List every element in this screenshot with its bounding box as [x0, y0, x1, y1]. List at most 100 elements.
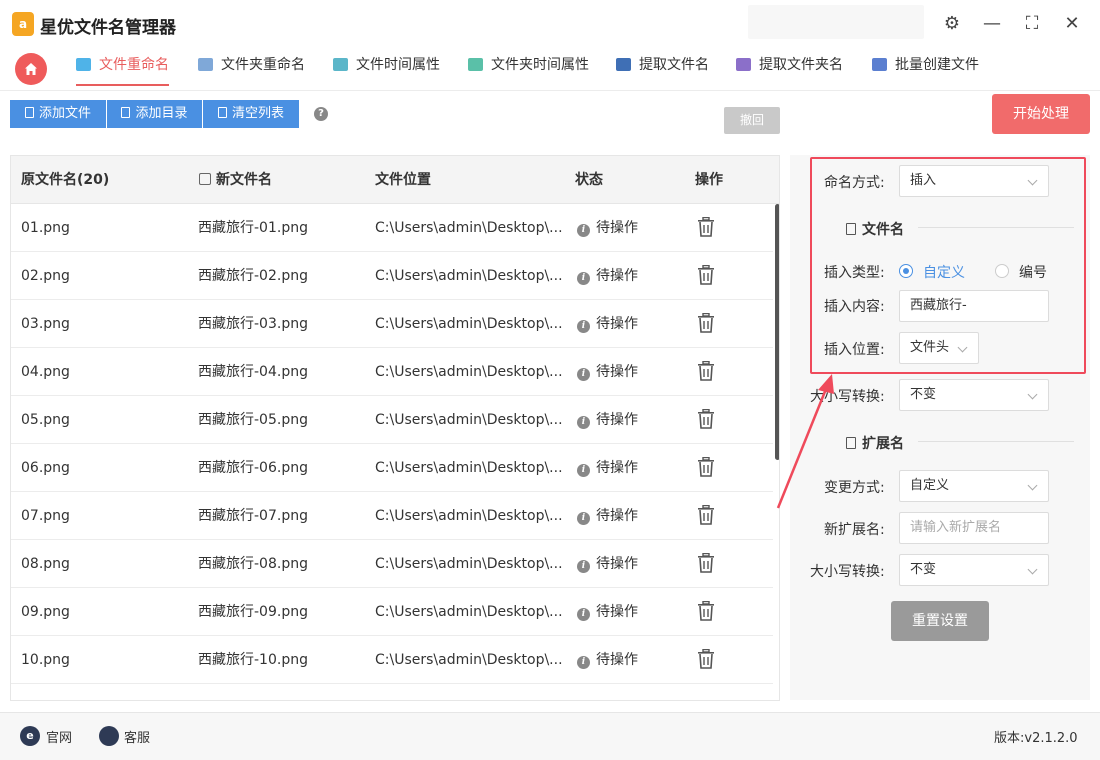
folder-rename-icon [198, 58, 213, 71]
table-row[interactable]: 05.png 西藏旅行-05.png C:\Users\admin\Desktop\… [11, 396, 773, 444]
support-link[interactable]: 客服 [124, 727, 150, 746]
title-bar: a 星优文件名管理器 ⚙ — ⛶ ✕ [0, 0, 1100, 48]
trash-icon[interactable] [697, 457, 715, 477]
table-row[interactable]: 10.png 西藏旅行-10.png C:\Users\admin\Desktop\… [11, 636, 773, 684]
help-icon[interactable]: ? [314, 107, 328, 121]
table-scrollbar[interactable] [775, 204, 779, 460]
new-ext-input[interactable]: 请输入新扩展名 [899, 512, 1049, 544]
tab-file-time[interactable]: 文件时间属性 [333, 50, 440, 86]
header-original: 原文件名(20) [21, 172, 110, 188]
tab-extract-foldername[interactable]: 提取文件夹名 [736, 50, 843, 86]
info-icon: i [577, 656, 590, 669]
add-file-label: 添加文件 [38, 106, 91, 121]
reset-settings-button[interactable]: 重置设置 [891, 601, 989, 641]
ext-case-label: 大小写转换: [810, 564, 885, 580]
minimize-icon[interactable]: — [980, 12, 1004, 36]
cell-original: 07.png [21, 508, 70, 524]
trash-icon[interactable] [697, 313, 715, 333]
info-icon: i [577, 368, 590, 381]
insert-position-select[interactable]: 文件头 [899, 332, 979, 364]
info-icon: i [577, 416, 590, 429]
tab-batch-create[interactable]: 批量创建文件 [872, 50, 979, 86]
insert-type-custom-label[interactable]: 自定义 [923, 262, 965, 282]
tab-extract-filename[interactable]: 提取文件名 [616, 50, 709, 86]
trash-icon[interactable] [697, 505, 715, 525]
trash-icon[interactable] [697, 649, 715, 669]
trash-icon[interactable] [697, 265, 715, 285]
cell-new-name: 西藏旅行-07.png [198, 508, 308, 524]
status-text: 待操作 [596, 412, 638, 428]
cell-original: 04.png [21, 364, 70, 380]
footer: e 官网 客服 版本:v2.1.2.0 [0, 712, 1100, 760]
close-icon[interactable]: ✕ [1060, 12, 1084, 36]
info-icon: i [577, 224, 590, 237]
table-header: 原文件名(20) 新文件名 文件位置 状态 操作 [11, 156, 779, 204]
table-row[interactable]: 03.png 西藏旅行-03.png C:\Users\admin\Desktop\… [11, 300, 773, 348]
table-row[interactable]: 07.png 西藏旅行-07.png C:\Users\admin\Desktop\… [11, 492, 773, 540]
add-file-button[interactable]: 添加文件 [10, 100, 106, 128]
undo-button[interactable]: 撤回 [724, 107, 780, 134]
cell-new-name: 西藏旅行-02.png [198, 268, 308, 284]
start-process-button[interactable]: 开始处理 [992, 94, 1090, 134]
cell-original: 06.png [21, 460, 70, 476]
trash-icon[interactable] [697, 409, 715, 429]
insert-type-custom-radio[interactable] [899, 264, 913, 278]
cell-status: i 待操作 [577, 300, 638, 348]
maximize-icon[interactable]: ⛶ [1020, 12, 1044, 36]
file-time-icon [333, 58, 348, 71]
insert-content-input[interactable]: 西藏旅行- [899, 290, 1049, 322]
status-text: 待操作 [596, 364, 638, 380]
folder-icon [121, 107, 131, 118]
table-row[interactable]: 09.png 西藏旅行-09.png C:\Users\admin\Desktop\… [11, 588, 773, 636]
info-icon: i [577, 320, 590, 333]
document-icon [846, 223, 856, 235]
header-new-name: 新文件名 [199, 156, 272, 204]
table-row[interactable]: 06.png 西藏旅行-06.png C:\Users\admin\Desktop\… [11, 444, 773, 492]
add-dir-button[interactable]: 添加目录 [107, 100, 202, 128]
cell-original: 08.png [21, 556, 70, 572]
status-text: 待操作 [596, 220, 638, 236]
trash-icon[interactable] [697, 601, 715, 621]
chevron-down-icon [1027, 564, 1038, 575]
header-location: 文件位置 [375, 172, 431, 188]
tab-label: 文件重命名 [99, 57, 169, 73]
tab-file-rename[interactable]: 文件重命名 [76, 50, 169, 86]
file-rename-icon [76, 58, 91, 71]
status-text: 待操作 [596, 652, 638, 668]
cell-new-name: 西藏旅行-04.png [198, 364, 308, 380]
table-row[interactable]: 08.png 西藏旅行-08.png C:\Users\admin\Desktop\… [11, 540, 773, 588]
cell-location: C:\Users\admin\Desktop\... [375, 412, 563, 428]
website-link[interactable]: 官网 [46, 727, 72, 746]
title-search-box[interactable] [748, 5, 924, 39]
change-method-label: 变更方式: [824, 480, 885, 496]
case-select[interactable]: 不变 [899, 379, 1049, 411]
cell-status: i 待操作 [577, 204, 638, 252]
trash-icon[interactable] [697, 361, 715, 381]
table-row[interactable]: 02.png 西藏旅行-02.png C:\Users\admin\Desktop\… [11, 252, 773, 300]
status-text: 待操作 [596, 460, 638, 476]
home-button[interactable] [15, 53, 47, 85]
naming-method-select[interactable]: 插入 [899, 165, 1049, 197]
clear-list-button[interactable]: 清空列表 [203, 100, 299, 128]
insert-type-number-label[interactable]: 编号 [1019, 262, 1047, 282]
trash-icon[interactable] [697, 553, 715, 573]
trash-small-icon [217, 107, 227, 118]
change-method-select[interactable]: 自定义 [899, 470, 1049, 502]
insert-type-number-radio[interactable] [995, 264, 1009, 278]
chat-icon[interactable] [99, 726, 119, 746]
file-icon [24, 107, 34, 118]
cell-original: 05.png [21, 412, 70, 428]
settings-icon[interactable]: ⚙ [940, 12, 964, 36]
ext-case-select[interactable]: 不变 [899, 554, 1049, 586]
filename-section-label: 文件名 [862, 222, 904, 238]
table-row[interactable]: 01.png 西藏旅行-01.png C:\Users\admin\Desktop\… [11, 204, 773, 252]
ext-section-label: 扩展名 [862, 436, 904, 452]
tab-folder-time[interactable]: 文件夹时间属性 [468, 50, 589, 86]
website-icon[interactable]: e [20, 726, 40, 746]
trash-icon[interactable] [697, 217, 715, 237]
table-row[interactable]: 04.png 西藏旅行-04.png C:\Users\admin\Desktop\… [11, 348, 773, 396]
cell-location: C:\Users\admin\Desktop\... [375, 508, 563, 524]
status-text: 待操作 [596, 604, 638, 620]
tab-folder-rename[interactable]: 文件夹重命名 [198, 50, 305, 86]
cell-location: C:\Users\admin\Desktop\... [375, 652, 563, 668]
